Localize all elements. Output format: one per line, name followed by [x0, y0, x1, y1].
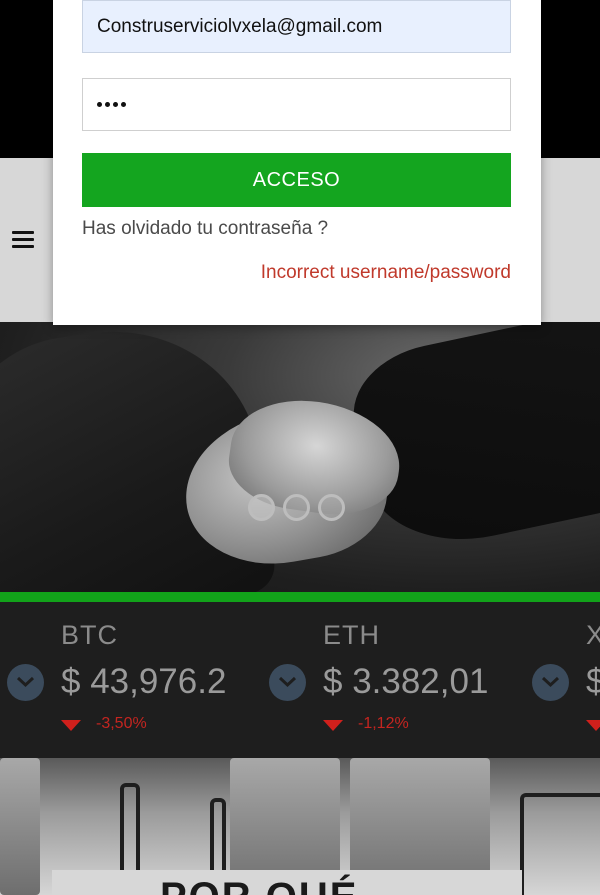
background-chair — [520, 793, 600, 895]
login-modal: Construserviciolvxela@gmail.com ACCESO H… — [53, 0, 541, 325]
ticker-item-partial: X $ — [532, 602, 600, 758]
coin-symbol: X — [586, 620, 600, 650]
coin-change: -1,12% — [358, 715, 409, 732]
chevron-down-icon[interactable] — [269, 664, 306, 701]
coin-symbol: BTC — [61, 620, 118, 650]
forgot-password-link[interactable]: Has olvidado tu contraseña ? — [82, 218, 328, 240]
coin-price: $ 43,976.2 — [61, 662, 227, 701]
down-arrow-icon — [586, 720, 600, 731]
email-field[interactable]: Construserviciolvxela@gmail.com — [82, 0, 511, 53]
carousel-dot[interactable] — [283, 494, 310, 521]
green-divider — [0, 592, 600, 602]
section-banner: POR QUÉ — [0, 758, 600, 895]
coin-price: $ — [586, 662, 600, 701]
down-arrow-icon — [323, 720, 343, 731]
carousel-dot[interactable] — [248, 494, 275, 521]
hero-banner — [0, 322, 600, 592]
carousel-dot[interactable] — [318, 494, 345, 521]
coin-change: -3,50% — [96, 715, 147, 732]
carousel-indicators — [248, 494, 345, 521]
login-error-message: Incorrect username/password — [260, 262, 511, 283]
coin-symbol: ETH — [323, 620, 380, 650]
email-value: Construserviciolvxela@gmail.com — [97, 15, 383, 37]
ticker-item-btc: BTC $ 43,976.2 -3,50% — [7, 602, 267, 758]
crypto-ticker: BTC $ 43,976.2 -3,50% ETH $ 3.382,01 -1,… — [0, 602, 600, 758]
login-button[interactable]: ACCESO — [82, 153, 511, 207]
down-arrow-icon — [61, 720, 81, 731]
background-figure — [0, 758, 40, 895]
coin-price: $ 3.382,01 — [323, 662, 489, 701]
password-mask — [97, 102, 126, 107]
password-field[interactable] — [82, 78, 511, 131]
chevron-down-icon[interactable] — [7, 664, 44, 701]
ticker-item-eth: ETH $ 3.382,01 -1,12% — [269, 602, 529, 758]
section-title: POR QUÉ — [160, 875, 358, 895]
hamburger-menu-icon[interactable] — [12, 231, 34, 249]
chevron-down-icon[interactable] — [532, 664, 569, 701]
